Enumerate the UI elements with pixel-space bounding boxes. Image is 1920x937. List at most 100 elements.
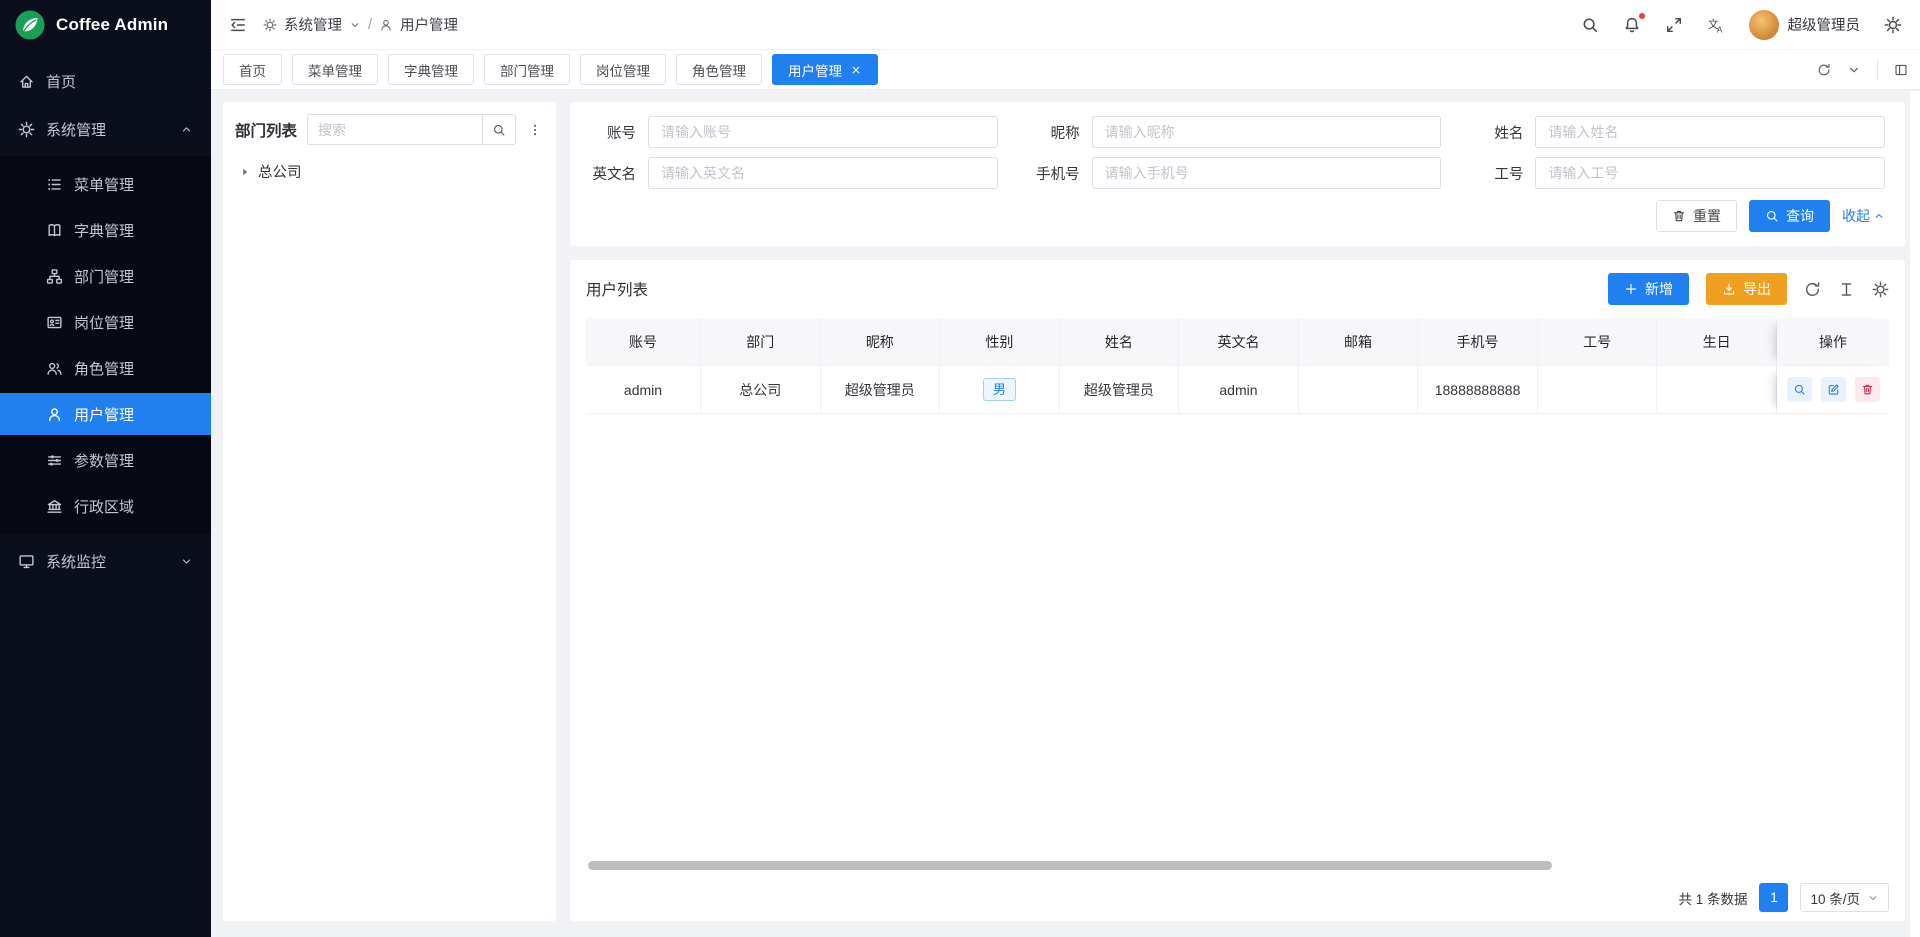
home-icon <box>18 73 35 90</box>
breadcrumb-item-system[interactable]: 系统管理 <box>284 14 342 35</box>
tab-role-mgmt[interactable]: 角色管理 <box>676 54 762 85</box>
tab-refresh-button[interactable] <box>1817 63 1831 77</box>
reset-button[interactable]: 重置 <box>1656 200 1737 232</box>
department-more-button[interactable] <box>526 121 544 139</box>
tab-post-mgmt[interactable]: 岗位管理 <box>580 54 666 85</box>
work-id-label: 工号 <box>1471 163 1535 184</box>
user-list-card: 用户列表 新增 导出 <box>570 260 1905 921</box>
field-name: 姓名 <box>1471 116 1885 148</box>
tab-home[interactable]: 首页 <box>223 54 282 85</box>
col-actions: 操作 <box>1777 318 1889 366</box>
en-name-label: 英文名 <box>584 163 648 184</box>
edit-row-button[interactable] <box>1821 377 1846 402</box>
trash-icon <box>1861 383 1874 396</box>
caret-right-icon[interactable] <box>239 166 251 178</box>
export-button[interactable]: 导出 <box>1706 273 1787 305</box>
content-fullscreen-button[interactable] <box>1894 63 1908 77</box>
translate-icon <box>1707 16 1725 34</box>
filter-grid: 账号 昵称 姓名 英文名 <box>584 116 1885 189</box>
sidebar-item-region-mgmt[interactable]: 行政区域 <box>0 485 211 527</box>
page-size-select[interactable]: 10 条/页 <box>1800 883 1889 912</box>
reset-button-label: 重置 <box>1693 206 1721 226</box>
cell-work-id <box>1538 366 1658 414</box>
view-row-button[interactable] <box>1787 377 1812 402</box>
department-search-button[interactable] <box>482 114 516 145</box>
sidebar-item-system-mgmt[interactable]: 系统管理 <box>0 108 211 150</box>
fullscreen-button[interactable] <box>1665 16 1683 34</box>
tab-dept-mgmt[interactable]: 部门管理 <box>484 54 570 85</box>
close-icon[interactable] <box>850 64 862 76</box>
sidebar-item-home[interactable]: 首页 <box>0 60 211 102</box>
chevron-down-icon <box>180 555 193 568</box>
layout-icon <box>1894 63 1908 77</box>
tab-tools <box>1817 60 1908 80</box>
tree-node-label: 总公司 <box>258 161 302 182</box>
sidebar-item-post-mgmt[interactable]: 岗位管理 <box>0 301 211 343</box>
col-name: 姓名 <box>1060 318 1180 366</box>
sidebar-item-dept-mgmt[interactable]: 部门管理 <box>0 255 211 297</box>
language-switch-button[interactable] <box>1707 16 1725 34</box>
tab-label: 岗位管理 <box>596 60 650 80</box>
coffee-leaf-logo-icon <box>15 10 45 40</box>
horizontal-scrollbar[interactable] <box>588 861 1552 870</box>
sidebar-item-params-mgmt[interactable]: 参数管理 <box>0 439 211 481</box>
roles-icon <box>46 360 63 377</box>
tab-bar: 首页 菜单管理 字典管理 部门管理 岗位管理 角色管理 用户管理 <box>211 49 1920 90</box>
user-icon <box>46 406 63 423</box>
cell-birthday <box>1657 366 1777 414</box>
phone-label: 手机号 <box>1028 163 1092 184</box>
nickname-input[interactable] <box>1092 116 1442 148</box>
work-id-input[interactable] <box>1535 157 1885 189</box>
global-search-button[interactable] <box>1581 16 1599 34</box>
collapse-filters-link[interactable]: 收起 <box>1842 206 1885 226</box>
app-logo[interactable]: Coffee Admin <box>0 0 211 49</box>
settings-button[interactable] <box>1884 16 1902 34</box>
sidebar-item-label: 系统监控 <box>46 551 106 572</box>
add-user-button[interactable]: 新增 <box>1608 273 1689 305</box>
delete-row-button[interactable] <box>1855 377 1880 402</box>
user-menu[interactable]: 超级管理员 <box>1749 10 1861 40</box>
notifications-button[interactable] <box>1623 16 1641 34</box>
sidebar-item-role-mgmt[interactable]: 角色管理 <box>0 347 211 389</box>
tab-actions-dropdown[interactable] <box>1847 63 1861 77</box>
breadcrumb-item-page[interactable]: 用户管理 <box>400 14 458 35</box>
page-1-button[interactable]: 1 <box>1759 883 1788 912</box>
id-badge-icon <box>46 314 63 331</box>
query-button[interactable]: 查询 <box>1749 200 1830 232</box>
column-settings-button[interactable] <box>1872 281 1889 298</box>
search-icon <box>1581 16 1599 34</box>
tab-dict-mgmt[interactable]: 字典管理 <box>388 54 474 85</box>
name-label: 姓名 <box>1471 122 1535 143</box>
edit-icon <box>1827 383 1840 396</box>
phone-input[interactable] <box>1092 157 1442 189</box>
main-area: 系统管理 / 用户管理 <box>211 0 1920 937</box>
department-search-input[interactable] <box>307 114 482 145</box>
sidebar-item-dict-mgmt[interactable]: 字典管理 <box>0 209 211 251</box>
query-button-label: 查询 <box>1786 206 1814 226</box>
col-birthday: 生日 <box>1657 318 1777 366</box>
user-table: 账号 部门 昵称 性别 姓名 英文名 邮箱 手机号 工号 生日 <box>586 318 1889 414</box>
tab-user-mgmt[interactable]: 用户管理 <box>772 54 878 85</box>
fullscreen-icon <box>1665 16 1683 34</box>
collapse-link-label: 收起 <box>1842 206 1870 226</box>
user-table-wrap: 账号 部门 昵称 性别 姓名 英文名 邮箱 手机号 工号 生日 <box>586 318 1889 874</box>
page-scrollbar-gutter <box>1910 91 1920 937</box>
tab-menu-mgmt[interactable]: 菜单管理 <box>292 54 378 85</box>
app-root: Coffee Admin 首页 系统管理 菜单管理 字典管理 <box>0 0 1920 937</box>
table-density-button[interactable] <box>1838 281 1855 298</box>
account-input[interactable] <box>648 116 998 148</box>
table-header-row: 账号 部门 昵称 性别 姓名 英文名 邮箱 手机号 工号 生日 <box>586 318 1889 366</box>
cell-department: 总公司 <box>701 366 821 414</box>
sidebar-item-system-monitor[interactable]: 系统监控 <box>0 540 211 582</box>
plus-icon <box>1624 282 1638 296</box>
department-panel: 部门列表 总公司 <box>223 102 556 921</box>
en-name-input[interactable] <box>648 157 998 189</box>
tree-node-root[interactable]: 总公司 <box>235 158 544 185</box>
field-work-id: 工号 <box>1471 157 1885 189</box>
sidebar-fold-button[interactable] <box>229 16 247 34</box>
sidebar-item-menu-mgmt[interactable]: 菜单管理 <box>0 163 211 205</box>
name-input[interactable] <box>1535 116 1885 148</box>
sidebar-item-user-mgmt[interactable]: 用户管理 <box>0 393 211 435</box>
table-refresh-button[interactable] <box>1804 281 1821 298</box>
cell-gender: 男 <box>940 366 1060 414</box>
